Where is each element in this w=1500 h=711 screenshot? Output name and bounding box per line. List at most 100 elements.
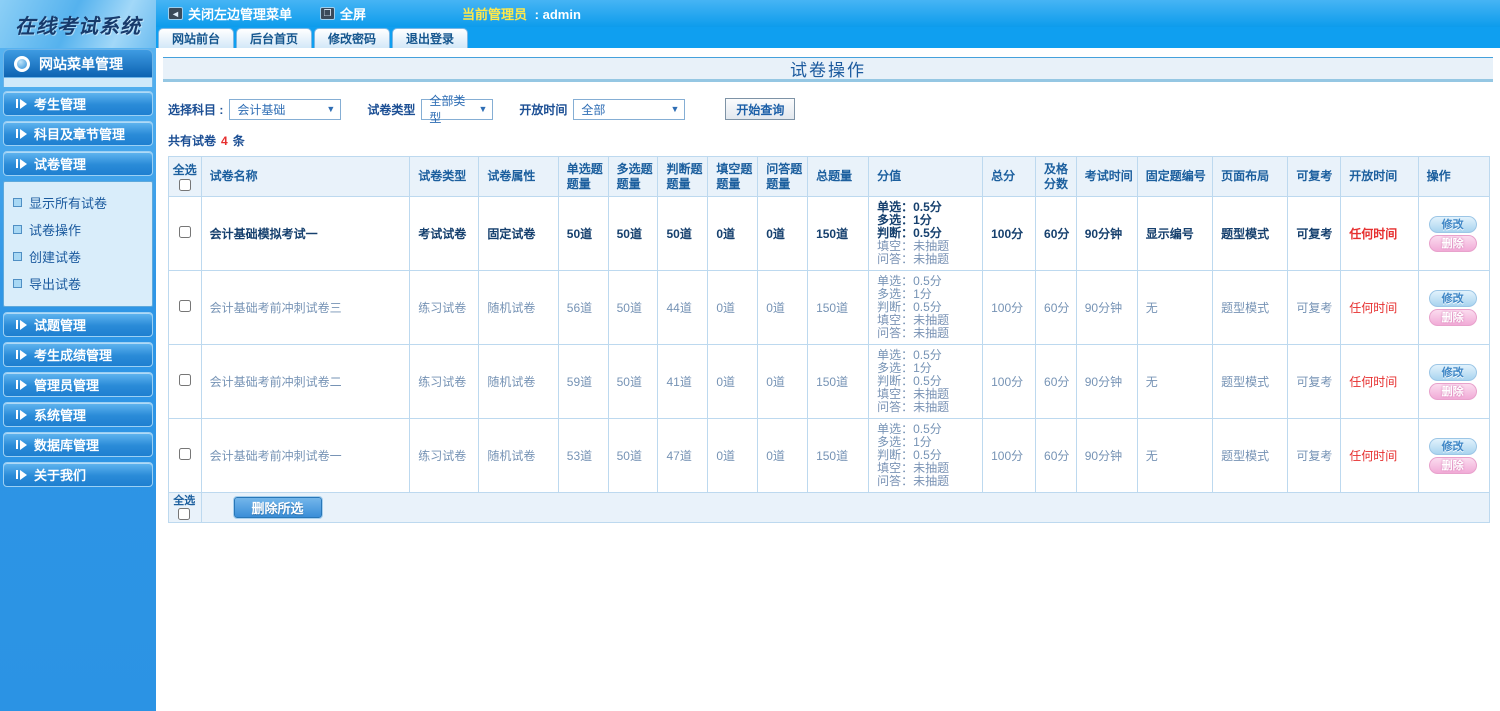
play-icon	[16, 98, 27, 109]
sidebar-item[interactable]: 试卷管理	[3, 151, 153, 176]
footer-select-all-label: 全选	[173, 494, 196, 507]
online-exam-admin: 在线考试系统 网站菜单管理 考生管理 科目及章节管理 试卷管理 显示所有试卷 试卷操作创…	[0, 0, 1500, 711]
row-checkbox[interactable]	[178, 226, 191, 238]
pass-score: 60分	[1035, 418, 1077, 493]
row-actions: 修改 删除	[1417, 196, 1491, 271]
delete-button[interactable]: 删除	[1428, 456, 1477, 474]
chevron-down-icon: ▼	[670, 104, 680, 114]
play-icon	[16, 409, 27, 420]
qa-count: 0道	[757, 270, 809, 345]
sidebar-item[interactable]: 关于我们	[3, 462, 153, 487]
time-select[interactable]: 全部 ▼	[573, 98, 686, 120]
header-retake: 可复考	[1287, 156, 1342, 197]
sidebar-subitem[interactable]: 创建试卷	[4, 243, 152, 270]
play-icon	[16, 379, 27, 390]
sidebar-menu: 考生管理科目及章节管理 试卷管理显示所有试卷 试卷操作创建试卷导出试卷试题管理考生成…	[0, 87, 156, 487]
square-icon	[13, 198, 22, 207]
header-total-score: 总分	[982, 156, 1037, 197]
judge-count: 41道	[657, 344, 709, 419]
footer-actions-cell: 删除所选	[200, 492, 1491, 523]
fixed-number: 显示编号	[1136, 196, 1214, 271]
exam-attr: 随机试卷	[478, 344, 559, 419]
blank-count: 0道	[707, 270, 759, 345]
sidebar-item[interactable]: 考生成绩管理	[3, 342, 153, 367]
header-open-time: 开放时间	[1340, 156, 1419, 197]
play-icon	[16, 349, 27, 360]
square-icon	[13, 279, 22, 288]
modify-button[interactable]: 修改	[1428, 363, 1477, 381]
total-score: 100分	[982, 418, 1037, 493]
subject-select[interactable]: 会计基础 ▼	[229, 98, 342, 120]
chevron-down-icon: ▼	[478, 104, 488, 114]
row-checkbox[interactable]	[178, 374, 191, 386]
admin-info: 当前管理员 : admin	[462, 4, 581, 23]
total-score: 100分	[982, 270, 1037, 345]
admin-value: : admin	[534, 7, 581, 22]
type-label: 试卷类型	[367, 102, 416, 117]
main-content: 试卷操作 选择科目 : 会计基础 ▼ 试卷类型 全部类型 ▼ 开放时间 全部 ▼…	[156, 48, 1500, 711]
modify-button[interactable]: 修改	[1428, 215, 1477, 233]
single-count: 50道	[557, 196, 609, 271]
exam-type: 考试试卷	[409, 196, 480, 271]
top-tab[interactable]: 网站前台	[158, 28, 235, 48]
type-select[interactable]: 全部类型 ▼	[421, 94, 494, 125]
judge-count: 44道	[657, 270, 709, 345]
sidebar-item[interactable]: 数据库管理	[3, 432, 153, 457]
sidebar-subitem[interactable]: 显示所有试卷	[4, 189, 152, 216]
exam-name: 会计基础考前冲刺试卷一	[200, 418, 411, 493]
modify-button[interactable]: 修改	[1428, 437, 1477, 455]
page-layout: 题型模式	[1212, 344, 1289, 419]
blank-count: 0道	[707, 196, 759, 271]
header-single: 单选题题量	[557, 156, 609, 197]
delete-button[interactable]: 删除	[1428, 382, 1477, 400]
delete-button[interactable]: 删除	[1428, 234, 1477, 252]
exam-time: 90分钟	[1075, 196, 1138, 271]
fullscreen-button[interactable]: ❐ 全屏	[320, 4, 366, 23]
modify-button[interactable]: 修改	[1428, 289, 1477, 307]
sidebar-item[interactable]: 系统管理	[3, 402, 153, 427]
close-menu-button[interactable]: ◄ 关闭左边管理菜单	[168, 4, 292, 23]
judge-count: 47道	[657, 418, 709, 493]
delete-selected-button[interactable]: 删除所选	[232, 496, 323, 519]
exam-type: 练习试卷	[409, 344, 480, 419]
time-select-value: 全部	[581, 102, 606, 117]
score-values: 单选：0.5分 多选：1分 判断：0.5分 填空：未抽题 问答：未抽题	[868, 270, 984, 345]
sidebar-submenu: 显示所有试卷 试卷操作创建试卷导出试卷	[3, 181, 153, 307]
single-count: 56道	[557, 270, 609, 345]
page-layout: 题型模式	[1212, 418, 1289, 493]
table-footer-row: 全选 删除所选	[168, 492, 1491, 523]
pass-score: 60分	[1035, 270, 1077, 345]
page-layout: 题型模式	[1212, 270, 1289, 345]
sidebar-item[interactable]: 科目及章节管理	[3, 121, 153, 146]
sidebar-subitem-label: 创建试卷	[29, 250, 82, 265]
sidebar-item[interactable]: 试题管理	[3, 312, 153, 337]
row-checkbox[interactable]	[178, 300, 191, 312]
sidebar-title: 网站菜单管理	[39, 55, 123, 72]
query-button[interactable]: 开始查询	[725, 98, 796, 120]
exam-time: 90分钟	[1075, 344, 1138, 419]
sidebar-subitem[interactable]: 试卷操作	[4, 216, 152, 243]
page-layout: 题型模式	[1212, 196, 1289, 271]
row-checkbox[interactable]	[178, 448, 191, 460]
header-time: 考试时间	[1075, 156, 1138, 197]
select-all-checkbox[interactable]	[178, 178, 191, 191]
delete-button[interactable]: 删除	[1428, 308, 1477, 326]
header-pass: 及格分数	[1035, 156, 1077, 197]
footer-select-all-checkbox[interactable]	[178, 507, 191, 520]
chevron-down-icon: ▼	[326, 104, 336, 114]
score-values: 单选：0.5分 多选：1分 判断：0.5分 填空：未抽题 问答：未抽题	[868, 344, 984, 419]
top-tab[interactable]: 修改密码	[314, 28, 391, 48]
sidebar-item[interactable]: 管理员管理	[3, 372, 153, 397]
top-tab[interactable]: 后台首页	[236, 28, 313, 48]
retake-flag: 可复考	[1287, 196, 1342, 271]
top-tab[interactable]: 退出登录	[392, 28, 469, 48]
sidebar-item[interactable]: 考生管理	[3, 91, 153, 116]
sidebar-subitem[interactable]: 导出试卷	[4, 270, 152, 297]
header-name: 试卷名称	[200, 156, 411, 197]
table-row: 会计基础模拟考试一 考试试卷 固定试卷 50道 50道 50道 0道 0道 15…	[168, 196, 1491, 271]
header-judge: 判断题题量	[657, 156, 709, 197]
footer-select-all: 全选	[168, 492, 202, 523]
admin-label: 当前管理员	[462, 7, 528, 22]
qa-count: 0道	[757, 344, 809, 419]
multi-count: 50道	[607, 344, 659, 419]
